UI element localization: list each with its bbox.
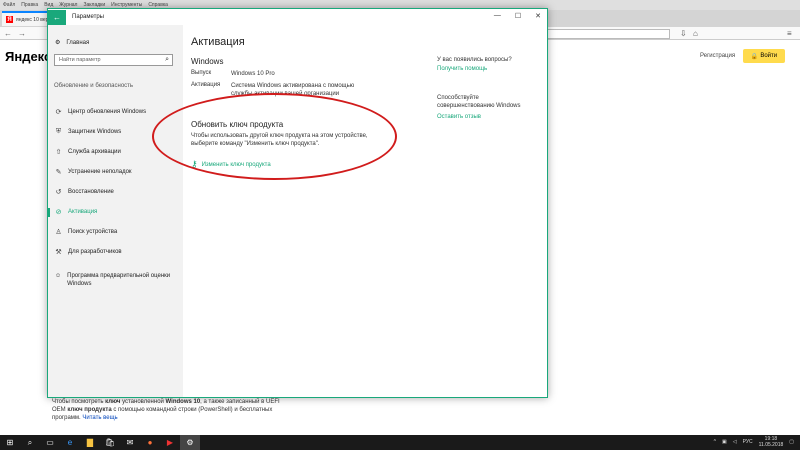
settings-window: ← Параметры — ☐ ✕ ⚙ Главная Найти параме… bbox=[47, 8, 548, 398]
edge-icon[interactable]: e bbox=[60, 435, 80, 450]
settings-search-input[interactable]: Найти параметр ⌕ bbox=[54, 54, 173, 66]
edition-value: Windows 10 Pro bbox=[231, 71, 275, 77]
chevron-up-icon[interactable]: ^ bbox=[714, 439, 716, 445]
settings-titlebar: ← Параметры — ☐ ✕ bbox=[48, 9, 547, 25]
annotation-ellipse bbox=[152, 93, 397, 180]
login-label: Войти bbox=[760, 53, 778, 59]
sidebar-item-insider[interactable]: ☺ Программа предварительной оценки Window… bbox=[55, 272, 170, 288]
notifications-icon[interactable]: ▢ bbox=[789, 439, 794, 445]
menu-file[interactable]: Файл bbox=[3, 2, 15, 8]
downloads-icon[interactable]: ⇩ bbox=[680, 29, 687, 38]
gear-icon: ⚙ bbox=[55, 40, 61, 46]
taskbar: ⊞ ⌕ ▭ e ▇ 🛍 ✉ ● ▶ ⚙ ^ ▣ ◁ РУС 19:18 11.05… bbox=[0, 435, 800, 450]
media-icon[interactable]: ▶ bbox=[160, 435, 180, 450]
home-label: Главная bbox=[66, 39, 90, 46]
windows-start-icon[interactable]: ⊞ bbox=[0, 435, 20, 450]
wrench-icon: ✎ bbox=[55, 169, 62, 176]
mail-icon[interactable]: ✉ bbox=[120, 435, 140, 450]
search-placeholder: Найти параметр bbox=[59, 57, 101, 63]
close-icon[interactable]: ✕ bbox=[535, 12, 541, 20]
shield-icon: ⛨ bbox=[55, 128, 62, 135]
sidebar-home[interactable]: ⚙ Главная bbox=[55, 39, 90, 47]
language-indicator[interactable]: РУС bbox=[743, 439, 753, 445]
sidebar-item-find-device[interactable]: ♙ Поиск устройства bbox=[48, 225, 183, 239]
system-tray: ^ ▣ ◁ РУС 19:18 11.05.2018 ▢ bbox=[714, 436, 794, 448]
sidebar-item-recovery[interactable]: ↺ Восстановление bbox=[48, 185, 183, 199]
sidebar-item-activation[interactable]: ⊘ Активация bbox=[48, 205, 183, 219]
menu-edit[interactable]: Правка bbox=[21, 2, 38, 8]
search-icon: ⌕ bbox=[165, 56, 169, 63]
login-button[interactable]: 🔒 Войти bbox=[743, 49, 785, 63]
tools-icon: ⚒ bbox=[55, 249, 62, 256]
clock[interactable]: 19:18 11.05.2018 bbox=[759, 436, 784, 448]
person-icon: ♙ bbox=[55, 229, 62, 236]
get-help-link[interactable]: Получить помощь bbox=[437, 66, 487, 72]
home-icon[interactable]: ⌂ bbox=[693, 29, 698, 38]
file-explorer-icon[interactable]: ▇ bbox=[80, 435, 100, 450]
hamburger-menu-icon[interactable]: ≡ bbox=[787, 29, 792, 38]
sidebar-item-windows-update[interactable]: ⟳ Центр обновления Windows bbox=[48, 105, 183, 119]
window-title: Параметры bbox=[72, 14, 104, 20]
back-arrow-icon[interactable]: ← bbox=[48, 9, 66, 25]
page-title: Активация bbox=[191, 36, 245, 48]
check-circle-icon: ⊘ bbox=[55, 209, 62, 216]
read-more-link[interactable]: Читать вещь bbox=[82, 415, 117, 421]
maximize-icon[interactable]: ☐ bbox=[515, 12, 521, 20]
windows-heading: Windows bbox=[191, 57, 224, 66]
minimize-icon[interactable]: — bbox=[494, 12, 501, 20]
section-heading: Обновление и безопасность bbox=[54, 83, 134, 89]
lock-icon: 🔒 bbox=[750, 53, 759, 60]
register-link[interactable]: Регистрация bbox=[700, 53, 735, 59]
network-icon[interactable]: ▣ bbox=[722, 439, 727, 445]
search-result-snippet: Чтобы посмотреть ключ установленной Wind… bbox=[52, 399, 280, 421]
feedback-link[interactable]: Оставить отзыв bbox=[437, 114, 481, 120]
forward-arrow-icon[interactable]: → bbox=[18, 29, 26, 38]
back-arrow-icon[interactable]: ← bbox=[4, 29, 12, 38]
yandex-favicon-icon: Я bbox=[6, 16, 13, 23]
search-icon[interactable]: ⌕ bbox=[20, 435, 40, 450]
sidebar-item-troubleshoot[interactable]: ✎ Устранение неполадок bbox=[48, 165, 183, 179]
history-icon: ↺ bbox=[55, 189, 62, 196]
questions-text: У вас появились вопросы? bbox=[437, 57, 512, 63]
volume-icon[interactable]: ◁ bbox=[733, 439, 737, 445]
refresh-icon: ⟳ bbox=[55, 109, 62, 116]
store-icon[interactable]: 🛍 bbox=[100, 435, 120, 450]
sidebar-item-developers[interactable]: ⚒ Для разработчиков bbox=[48, 245, 183, 259]
upload-icon: ⇧ bbox=[55, 149, 62, 156]
task-view-icon[interactable]: ▭ bbox=[40, 435, 60, 450]
yandex-logo[interactable]: Яндекс bbox=[5, 49, 51, 64]
settings-icon[interactable]: ⚙ bbox=[180, 435, 200, 450]
insider-icon: ☺ bbox=[55, 273, 62, 279]
improve-text: Способствуйте совершенствованию Windows bbox=[437, 95, 521, 109]
settings-sidebar: ⚙ Главная Найти параметр ⌕ Обновление и … bbox=[48, 25, 183, 397]
edition-row: Выпуск Windows 10 Pro bbox=[191, 70, 371, 78]
firefox-icon[interactable]: ● bbox=[140, 435, 160, 450]
